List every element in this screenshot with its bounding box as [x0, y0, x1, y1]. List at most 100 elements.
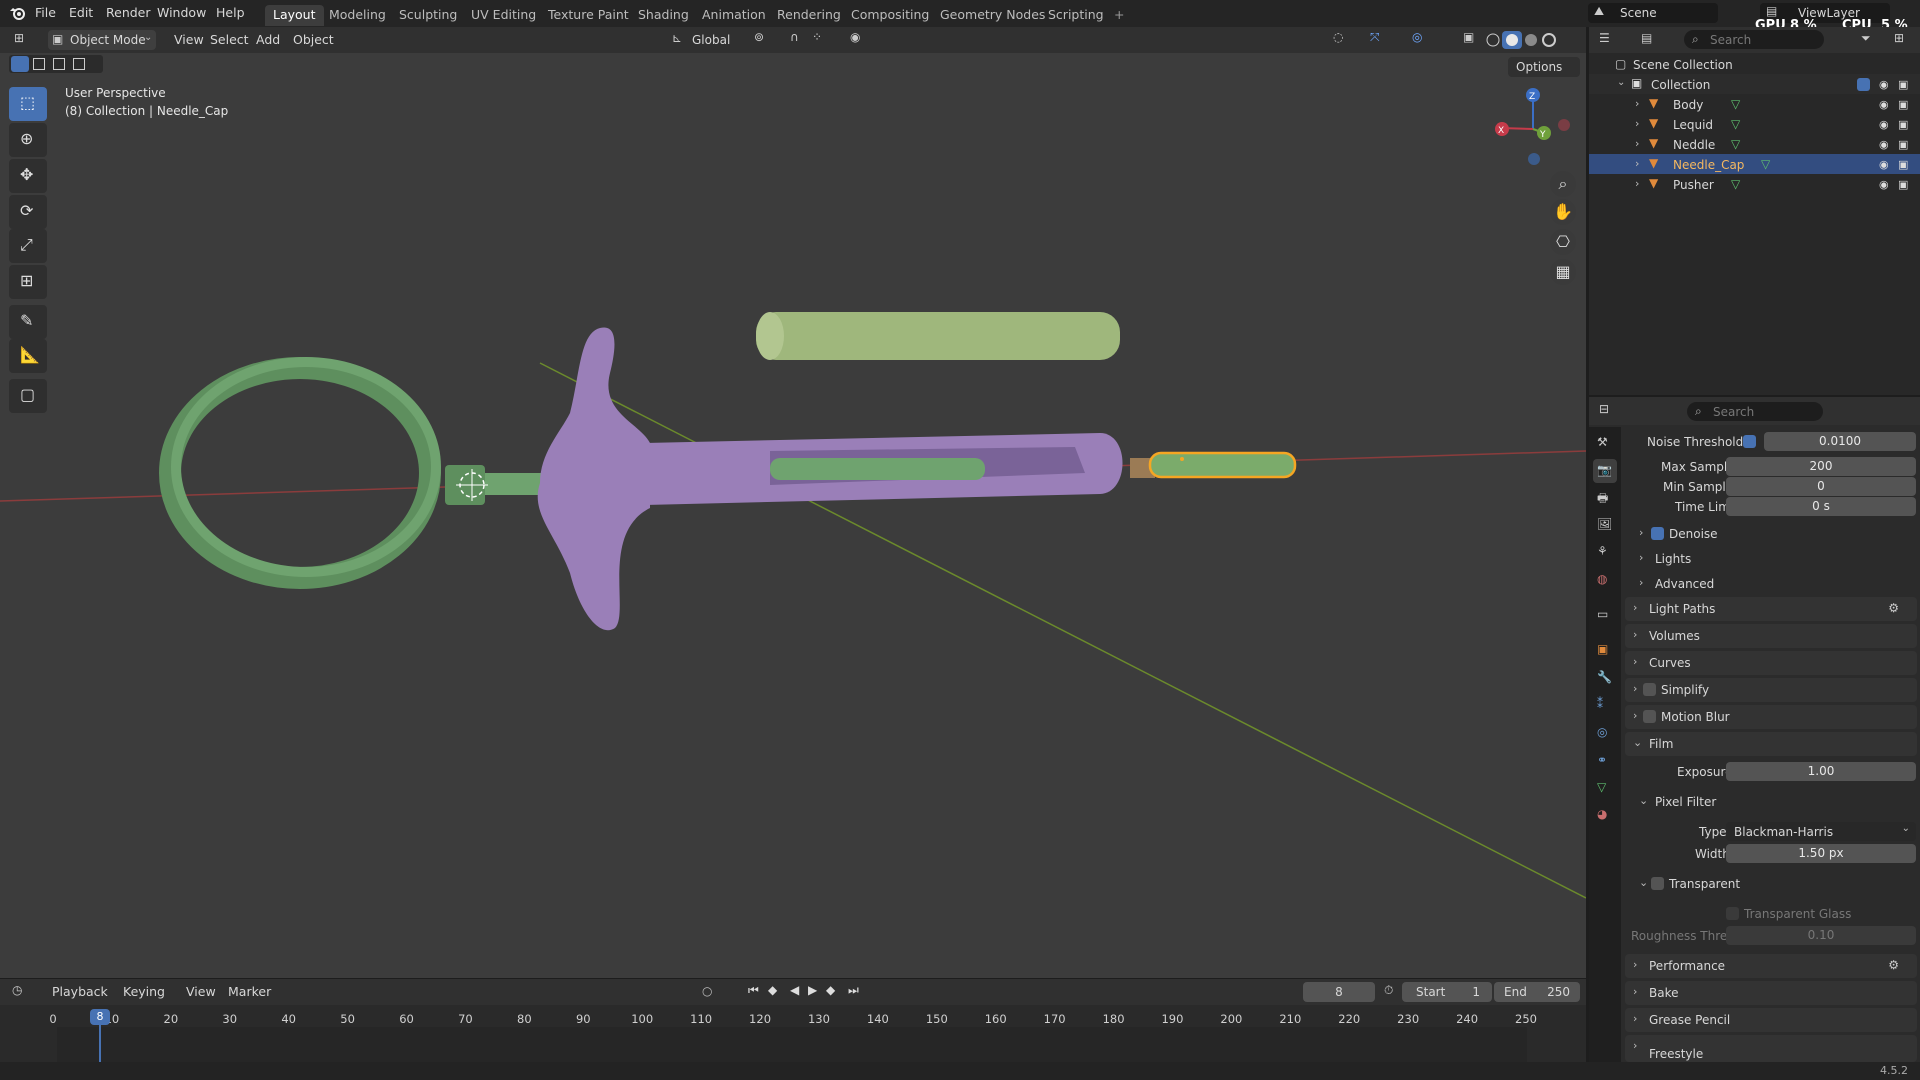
camera-icon[interactable]: ▣ [1898, 118, 1908, 131]
jump-end-icon[interactable]: ⏭ [848, 983, 859, 998]
display-mode-icon[interactable]: ▤ [1641, 31, 1652, 45]
end-frame-field[interactable]: End 250 [1494, 982, 1580, 1002]
view-layer-tab-icon[interactable]: 🖼 [1597, 517, 1612, 531]
simplify-checkbox[interactable] [1643, 683, 1656, 696]
roughness-field[interactable]: 0.10 [1726, 926, 1916, 945]
preset-icon[interactable]: ⚙ [1888, 601, 1899, 615]
timeline-menu-playback[interactable]: Playback [46, 982, 114, 1002]
overlay-toggle-icon[interactable]: ◎ [1412, 30, 1422, 44]
tab-texture-paint[interactable]: Texture Paint [540, 5, 637, 26]
orientation-dropdown[interactable]: ⊾ Global [672, 30, 746, 50]
transparent-glass-checkbox[interactable] [1726, 907, 1739, 920]
rendered-shading-icon[interactable] [1542, 33, 1556, 47]
menu-render[interactable]: Render [106, 5, 151, 20]
outliner-item-lequid[interactable]: › ▼ Lequid ▽ ◉ ▣ [1589, 114, 1920, 134]
panel-grease-pencil[interactable]: › Grease Pencil [1625, 1008, 1917, 1032]
tab-modeling[interactable]: Modeling [321, 5, 394, 26]
prev-keyframe-icon[interactable]: ◆ [768, 983, 777, 997]
play-icon[interactable]: ▶ [808, 983, 817, 997]
output-tab-icon[interactable]: 🖶 [1597, 489, 1608, 510]
camera-icon[interactable]: ▣ [1898, 98, 1908, 111]
tab-uv-editing[interactable]: UV Editing [463, 5, 544, 26]
gizmo-toggle-icon[interactable]: ⤧ [1370, 30, 1380, 45]
panel-performance[interactable]: › Performance ⚙ [1625, 954, 1917, 978]
syringe-flange[interactable] [537, 327, 650, 631]
outliner-scene-collection[interactable]: ▢ Scene Collection [1589, 54, 1920, 74]
panel-simplify[interactable]: › Simplify [1625, 678, 1917, 702]
pan-hand-icon[interactable]: ✋ [1550, 199, 1576, 225]
ortho-grid-icon[interactable]: ▦ [1550, 259, 1576, 285]
world-tab-icon[interactable]: ◍ [1597, 572, 1607, 586]
record-icon[interactable]: ○ [702, 984, 712, 998]
camera-icon[interactable]: ▣ [1898, 78, 1908, 91]
camera-icon[interactable]: ▣ [1898, 178, 1908, 191]
tab-rendering[interactable]: Rendering [769, 5, 849, 26]
solid-shading-icon[interactable] [1506, 34, 1518, 46]
transparent-subpanel[interactable]: ⌄ Transparent [1621, 873, 1920, 895]
constraints-tab-icon[interactable]: ⚭ [1597, 753, 1607, 767]
tab-geometry-nodes[interactable]: Geometry Nodes [932, 5, 1053, 26]
time-limit-field[interactable]: 0 s [1726, 497, 1916, 516]
modifier-tab-icon[interactable]: 🔧 [1597, 670, 1612, 684]
stopwatch-icon[interactable]: ⏱ [1384, 983, 1393, 998]
panel-bake[interactable]: › Bake [1625, 981, 1917, 1005]
pixel-filter-subpanel[interactable]: ⌄ Pixel Filter [1621, 791, 1920, 813]
outliner-item-needle-cap[interactable]: › ▼ Needle_Cap ▽ ◉ ▣ [1589, 154, 1920, 174]
visibility-icon[interactable]: ◌ [1333, 30, 1343, 44]
eye-icon[interactable]: ◉ [1879, 78, 1889, 91]
panel-film[interactable]: ⌄ Film [1625, 732, 1917, 756]
blender-logo-icon[interactable] [9, 5, 27, 21]
material-shading-icon[interactable] [1525, 34, 1537, 46]
camera-icon[interactable]: ▣ [1898, 138, 1908, 151]
tab-layout[interactable]: Layout [265, 5, 324, 26]
panel-freestyle[interactable]: › Freestyle [1625, 1035, 1917, 1062]
preset-icon[interactable]: ⚙ [1888, 958, 1899, 972]
properties-search[interactable]: ⌕ Search [1687, 402, 1823, 421]
3d-viewport[interactable]: User Perspective (8) Collection | Needle… [0, 53, 1586, 978]
outliner-item-pusher[interactable]: › ▼ Pusher ▽ ◉ ▣ [1589, 174, 1920, 194]
particles-tab-icon[interactable]: ⁑ [1597, 697, 1603, 711]
viewport-menu-object[interactable]: Object [287, 30, 340, 50]
start-frame-field[interactable]: Start 1 [1402, 982, 1492, 1002]
menu-window[interactable]: Window [157, 5, 206, 20]
tab-sculpting[interactable]: Sculpting [391, 5, 465, 26]
wireframe-shading-icon[interactable] [1486, 33, 1500, 47]
filter-type-dropdown[interactable]: Blackman-Harris ⌄ [1726, 822, 1916, 841]
snap-magnet-icon[interactable]: ∩ [790, 30, 799, 44]
tab-animation[interactable]: Animation [694, 5, 774, 26]
floating-cap-cylinder[interactable] [756, 312, 1120, 360]
menu-edit[interactable]: Edit [69, 5, 93, 20]
outliner-collection[interactable]: ⌄ ▣ Collection ◉ ▣ [1589, 74, 1920, 94]
outliner-search[interactable]: ⌕ Search [1684, 30, 1824, 49]
chevron-right-icon[interactable]: › [1635, 117, 1639, 130]
tab-shading[interactable]: Shading [630, 5, 697, 26]
panel-motion-blur[interactable]: › Motion Blur [1625, 705, 1917, 729]
timeline-menu-keying[interactable]: Keying [117, 982, 171, 1002]
collection-tab-icon[interactable]: ▭ [1597, 607, 1608, 621]
pivot-icon[interactable]: ⊚ [754, 30, 764, 44]
transparent-checkbox[interactable] [1651, 877, 1664, 890]
motion-blur-checkbox[interactable] [1643, 710, 1656, 723]
eye-icon[interactable]: ◉ [1879, 178, 1889, 191]
lights-subpanel[interactable]: › Lights [1621, 548, 1920, 570]
exposure-field[interactable]: 1.00 [1726, 762, 1916, 781]
editor-type-icon[interactable]: ⊞ [14, 31, 24, 45]
outliner-item-neddle[interactable]: › ▼ Neddle ▽ ◉ ▣ [1589, 134, 1920, 154]
menu-help[interactable]: Help [216, 5, 245, 20]
timeline-editor-icon[interactable]: ◷ [12, 983, 22, 997]
noise-threshold-checkbox[interactable] [1743, 435, 1756, 448]
render-tab-icon[interactable]: 📷 [1597, 463, 1612, 477]
pusher-rod[interactable] [485, 473, 545, 495]
tool-tab-icon[interactable]: ⚒ [1597, 435, 1608, 449]
eye-icon[interactable]: ◉ [1879, 98, 1889, 111]
denoise-checkbox[interactable] [1651, 527, 1664, 540]
xray-icon[interactable]: ▣ [1463, 30, 1474, 44]
camera-view-icon[interactable]: ⎔ [1550, 229, 1576, 255]
new-collection-icon[interactable]: ⊞ [1894, 31, 1904, 45]
playhead-indicator[interactable]: 8 [90, 1009, 110, 1025]
gizmo-neg-x-icon[interactable] [1558, 119, 1570, 131]
outliner-item-body[interactable]: › ▼ Body ▽ ◉ ▣ [1589, 94, 1920, 114]
mode-dropdown[interactable]: ▣ Object Mode ⌄ [48, 30, 156, 50]
min-samples-field[interactable]: 0 [1726, 477, 1916, 496]
properties-editor-icon[interactable]: ⊟ [1599, 402, 1609, 416]
